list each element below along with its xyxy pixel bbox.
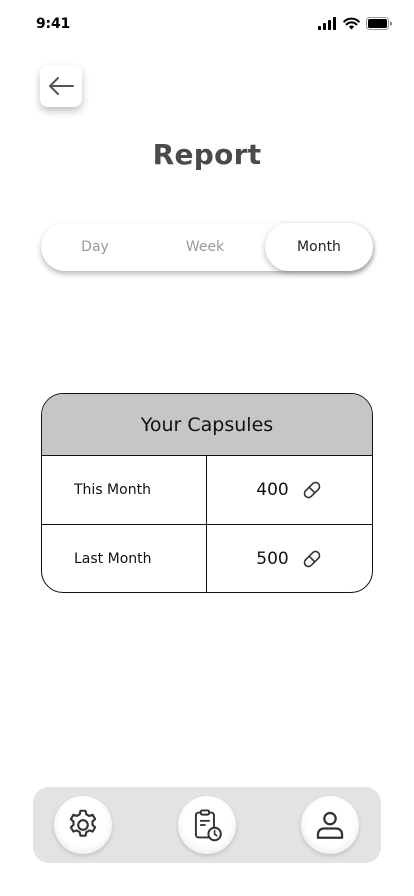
tab-month[interactable]: Month	[265, 223, 373, 271]
tab-week[interactable]: Week	[159, 223, 251, 271]
tab-day[interactable]: Day	[49, 223, 141, 271]
row-value-cell: 500	[207, 525, 372, 592]
battery-icon	[366, 16, 392, 30]
pill-icon	[303, 550, 321, 568]
user-icon	[316, 811, 344, 839]
period-selector: Day Week Month	[41, 223, 373, 271]
row-value: 400	[256, 480, 289, 500]
table-title: Your Capsules	[42, 394, 372, 456]
capsules-table: Your Capsules This Month 400 Last Month …	[41, 393, 373, 593]
wifi-icon	[343, 17, 360, 29]
status-bar: 9:41	[0, 0, 414, 48]
cellular-signal-icon	[318, 16, 336, 30]
page-title: Report	[152, 138, 262, 171]
nav-report-button[interactable]	[178, 796, 236, 854]
status-time: 9:41	[36, 16, 71, 32]
bottom-nav	[33, 787, 381, 863]
table-row: Last Month 500	[42, 525, 372, 592]
back-button[interactable]	[40, 65, 82, 107]
row-label: Last Month	[74, 551, 152, 567]
pill-icon	[303, 481, 321, 499]
row-value-cell: 400	[207, 456, 372, 524]
gear-icon	[69, 809, 97, 837]
nav-profile-button[interactable]	[301, 796, 359, 854]
clipboard-clock-icon	[194, 809, 222, 842]
status-icons	[318, 15, 392, 31]
row-value: 500	[256, 549, 289, 569]
row-label: This Month	[74, 482, 151, 498]
nav-settings-button[interactable]	[54, 796, 112, 854]
arrow-left-icon	[49, 77, 74, 95]
table-row: This Month 400	[42, 456, 372, 525]
